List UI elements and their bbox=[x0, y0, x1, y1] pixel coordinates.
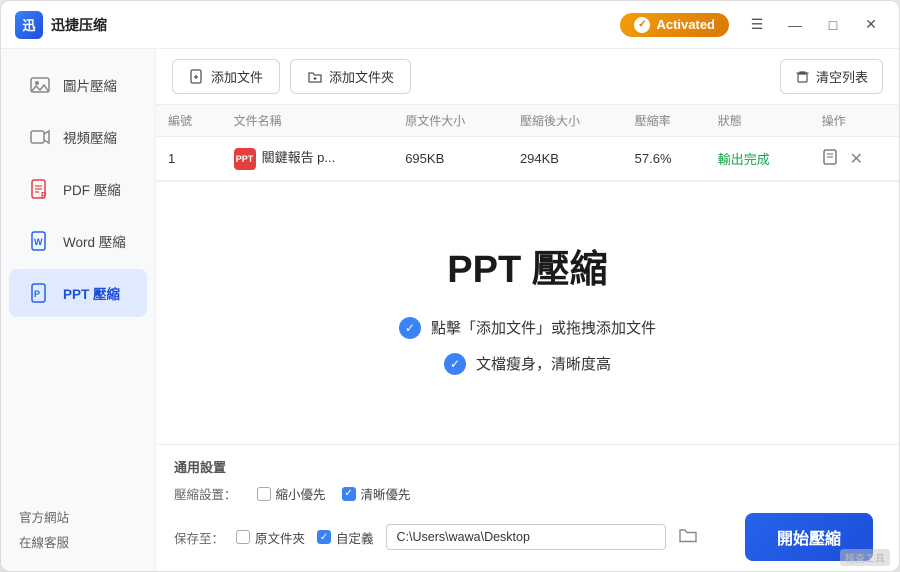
feature-check-2: ✓ bbox=[444, 353, 466, 375]
add-file-label: 添加文件 bbox=[211, 67, 263, 86]
add-folder-icon bbox=[307, 69, 323, 85]
option-clear-priority[interactable]: 清晰優先 bbox=[342, 484, 411, 503]
logo-icon: 迅 bbox=[15, 11, 43, 39]
bottom-section: 通用設置 壓縮設置： 縮小優先 清晰優先 保存至： bbox=[156, 444, 899, 571]
save-path-input[interactable] bbox=[386, 524, 666, 550]
online-support-link[interactable]: 在線客服 bbox=[19, 532, 137, 551]
compress-settings-label: 壓縮設置： bbox=[174, 484, 237, 503]
maximize-button[interactable]: □ bbox=[819, 11, 847, 39]
add-file-button[interactable]: 添加文件 bbox=[172, 59, 280, 94]
svg-text:W: W bbox=[34, 237, 43, 247]
option-clear-priority-label: 清晰優先 bbox=[361, 484, 411, 503]
add-file-icon bbox=[189, 69, 205, 85]
settings-title: 通用設置 bbox=[174, 457, 881, 476]
option-clear-priority-cb bbox=[342, 487, 356, 501]
sidebar-bottom: 官方網站 在線客服 bbox=[1, 497, 155, 561]
cell-index: 1 bbox=[156, 137, 222, 181]
custom-option[interactable]: 自定義 bbox=[317, 528, 374, 547]
option-small-priority-cb bbox=[257, 487, 271, 501]
sidebar-video-label: 視頻壓縮 bbox=[63, 127, 117, 147]
compress-settings-row: 壓縮設置： 縮小優先 清晰優先 bbox=[174, 484, 881, 503]
sidebar: 圖片壓縮 視頻壓縮 P PDF 壓縮 W Word 壓縮 bbox=[1, 49, 156, 571]
original-folder-label: 原文件夾 bbox=[255, 528, 305, 547]
official-site-link[interactable]: 官方網站 bbox=[19, 507, 137, 526]
promo-feature-1-text: 點擊「添加文件」或拖拽添加文件 bbox=[431, 317, 656, 338]
trash-icon bbox=[795, 69, 810, 84]
sidebar-item-image[interactable]: 圖片壓縮 bbox=[9, 61, 147, 109]
image-icon bbox=[27, 72, 53, 98]
col-filename: 文件名稱 bbox=[222, 105, 394, 137]
custom-cb bbox=[317, 530, 331, 544]
sidebar-image-label: 圖片壓縮 bbox=[63, 75, 117, 95]
option-small-priority-label: 縮小優先 bbox=[276, 484, 326, 503]
promo-title: PPT 壓縮 bbox=[447, 238, 607, 293]
table-row: 1 PPT關鍵報告 p... 695KB 294KB 57.6% 輸出完成 ✕ bbox=[156, 137, 899, 181]
save-row: 保存至： 原文件夾 自定義 開始壓縮 bbox=[174, 513, 881, 561]
cell-original-size: 695KB bbox=[393, 137, 508, 181]
sidebar-item-word[interactable]: W Word 壓縮 bbox=[9, 217, 147, 265]
add-folder-label: 添加文件夾 bbox=[329, 67, 394, 86]
word-icon: W bbox=[27, 228, 53, 254]
check-icon: ✓ bbox=[634, 17, 650, 33]
add-folder-button[interactable]: 添加文件夾 bbox=[290, 59, 411, 94]
activated-badge: ✓ Activated bbox=[620, 13, 729, 37]
feature-check-1: ✓ bbox=[399, 317, 421, 339]
file-table: 編號 文件名稱 原文件大小 壓縮後大小 壓縮率 狀態 操作 1 PPT關鍵報告 … bbox=[156, 105, 899, 181]
option-small-priority[interactable]: 縮小優先 bbox=[257, 484, 326, 503]
sidebar-item-pdf[interactable]: P PDF 壓縮 bbox=[9, 165, 147, 213]
sidebar-ppt-label: PPT 壓縮 bbox=[63, 283, 120, 303]
original-folder-cb bbox=[236, 530, 250, 544]
file-type-badge: PPT bbox=[234, 148, 256, 170]
original-folder-option[interactable]: 原文件夾 bbox=[236, 528, 305, 547]
sidebar-word-label: Word 壓縮 bbox=[63, 231, 126, 251]
save-label: 保存至： bbox=[174, 528, 224, 547]
ppt-icon: P bbox=[27, 280, 53, 306]
col-ratio: 壓縮率 bbox=[623, 105, 706, 137]
cell-filename: PPT關鍵報告 p... bbox=[222, 137, 394, 181]
col-action: 操作 bbox=[810, 105, 899, 137]
delete-file-icon[interactable]: ✕ bbox=[850, 149, 863, 169]
promo-feature-2: ✓ 文檔瘦身，清晰度高 bbox=[444, 353, 611, 375]
promo-area: PPT 壓縮 ✓ 點擊「添加文件」或拖拽添加文件 ✓ 文檔瘦身，清晰度高 bbox=[156, 182, 899, 444]
minimize-button[interactable]: — bbox=[781, 11, 809, 39]
content-area: 添加文件 添加文件夾 清空列表 編號 文件 bbox=[156, 49, 899, 571]
main-layout: 圖片壓縮 視頻壓縮 P PDF 壓縮 W Word 壓縮 bbox=[1, 49, 899, 571]
title-bar: 迅 迅捷压缩 ✓ Activated ☰ — □ ✕ bbox=[1, 1, 899, 49]
cell-compressed-size: 294KB bbox=[508, 137, 623, 181]
file-table-container: 編號 文件名稱 原文件大小 壓縮後大小 壓縮率 狀態 操作 1 PPT關鍵報告 … bbox=[156, 105, 899, 182]
sidebar-item-ppt[interactable]: P PPT 壓縮 bbox=[9, 269, 147, 317]
promo-feature-2-text: 文檔瘦身，清晰度高 bbox=[476, 353, 611, 374]
app-name: 迅捷压缩 bbox=[51, 15, 107, 35]
menu-button[interactable]: ☰ bbox=[743, 11, 771, 39]
open-file-icon[interactable] bbox=[822, 147, 840, 170]
svg-text:P: P bbox=[34, 289, 40, 299]
sidebar-item-video[interactable]: 視頻壓縮 bbox=[9, 113, 147, 161]
svg-text:P: P bbox=[41, 191, 47, 200]
cell-actions: ✕ bbox=[810, 137, 899, 181]
custom-label: 自定義 bbox=[336, 528, 374, 547]
clear-list-label: 清空列表 bbox=[816, 67, 868, 86]
video-icon bbox=[27, 124, 53, 150]
window-controls: ☰ — □ ✕ bbox=[743, 11, 885, 39]
sidebar-pdf-label: PDF 壓縮 bbox=[63, 179, 121, 199]
promo-feature-1: ✓ 點擊「添加文件」或拖拽添加文件 bbox=[399, 317, 656, 339]
cell-ratio: 57.6% bbox=[623, 137, 706, 181]
clear-list-button[interactable]: 清空列表 bbox=[780, 59, 883, 94]
close-button[interactable]: ✕ bbox=[857, 11, 885, 39]
table-header-row: 編號 文件名稱 原文件大小 壓縮後大小 壓縮率 狀態 操作 bbox=[156, 105, 899, 137]
browse-folder-button[interactable] bbox=[678, 525, 698, 550]
watermark: 稽查工具 bbox=[840, 549, 890, 566]
toolbar: 添加文件 添加文件夾 清空列表 bbox=[156, 49, 899, 105]
activated-label: Activated bbox=[656, 17, 715, 32]
pdf-icon: P bbox=[27, 176, 53, 202]
col-status: 狀態 bbox=[706, 105, 810, 137]
col-index: 編號 bbox=[156, 105, 222, 137]
app-logo: 迅 迅捷压缩 bbox=[15, 11, 107, 39]
col-original-size: 原文件大小 bbox=[393, 105, 508, 137]
col-compressed-size: 壓縮後大小 bbox=[508, 105, 623, 137]
cell-status: 輸出完成 bbox=[706, 137, 810, 181]
